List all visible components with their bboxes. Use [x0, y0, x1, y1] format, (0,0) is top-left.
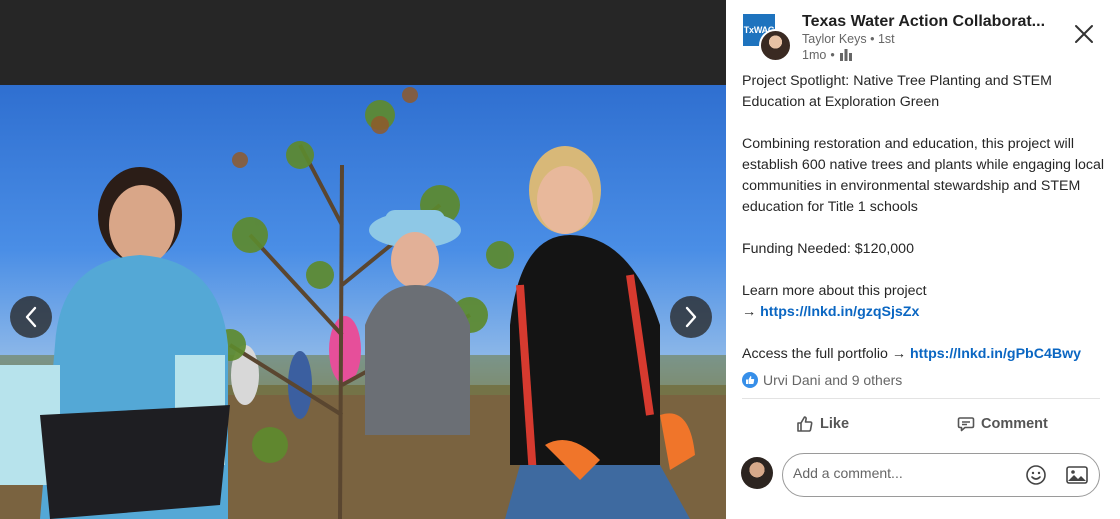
post-time: 1mo [802, 48, 827, 62]
portfolio-link[interactable]: https://lnkd.in/gPbC4Bwy [910, 346, 1081, 362]
reactions-summary[interactable]: Urvi Dani and 9 others [742, 372, 902, 388]
smiley-icon [1026, 465, 1046, 485]
like-button[interactable]: Like [796, 410, 849, 438]
add-photo-button[interactable] [1065, 464, 1089, 486]
previous-image-button[interactable] [10, 296, 52, 338]
post-details-pane: TxWAC Texas Water Action Collaborat... T… [726, 0, 1120, 519]
author-avatar[interactable] [759, 29, 792, 62]
author-line: Taylor Keys • 1st [802, 32, 895, 46]
post-description: Combining restoration and education, thi… [742, 136, 1105, 215]
current-user-avatar [741, 457, 773, 489]
company-name[interactable]: Texas Water Action Collaborat... [802, 13, 1045, 31]
media-pane [0, 0, 726, 519]
like-reaction-icon [742, 372, 758, 388]
learn-more-link[interactable]: https://lnkd.in/gzqSjsZx [760, 304, 919, 320]
like-label: Like [820, 416, 850, 432]
close-icon [1075, 25, 1093, 43]
next-image-button[interactable] [670, 296, 712, 338]
post-meta: 1mo • [802, 48, 853, 62]
comment-box[interactable] [782, 453, 1100, 497]
thumbs-up-icon [797, 416, 813, 432]
portfolio-row: Access the full portfolio → https://lnkd… [742, 344, 1108, 365]
divider [742, 398, 1100, 399]
close-button[interactable] [1072, 22, 1096, 46]
comment-input[interactable] [793, 465, 1013, 481]
reactions-count-text: Urvi Dani and 9 others [763, 372, 903, 388]
author-name[interactable]: Taylor Keys [802, 32, 867, 46]
post-body: Project Spotlight: Native Tree Planting … [742, 71, 1108, 365]
separator-dot: • [830, 48, 835, 62]
arrow-text: → [742, 304, 757, 320]
emoji-button[interactable] [1025, 464, 1047, 486]
learn-more-text: Learn more about this project [742, 283, 927, 299]
post-photo [0, 85, 726, 519]
funding-needed: Funding Needed: $120,000 [742, 241, 914, 257]
comment-icon [957, 417, 975, 432]
learn-more-link-row: → https://lnkd.in/gzqSjsZx [742, 302, 1108, 323]
company-visibility-icon [839, 49, 852, 61]
photo-illustration [0, 87, 726, 519]
connection-degree: 1st [877, 32, 895, 46]
comment-button[interactable]: Comment [957, 410, 1048, 438]
comment-label: Comment [981, 416, 1048, 432]
post-title-line: Project Spotlight: Native Tree Planting … [742, 73, 1052, 110]
portfolio-text: Access the full portfolio → [742, 346, 907, 362]
post-viewer-modal: TxWAC Texas Water Action Collaborat... T… [0, 0, 1120, 519]
chevron-left-icon [25, 306, 37, 328]
image-icon [1066, 466, 1088, 484]
separator-dot: • [870, 32, 878, 46]
chevron-right-icon [685, 306, 697, 328]
